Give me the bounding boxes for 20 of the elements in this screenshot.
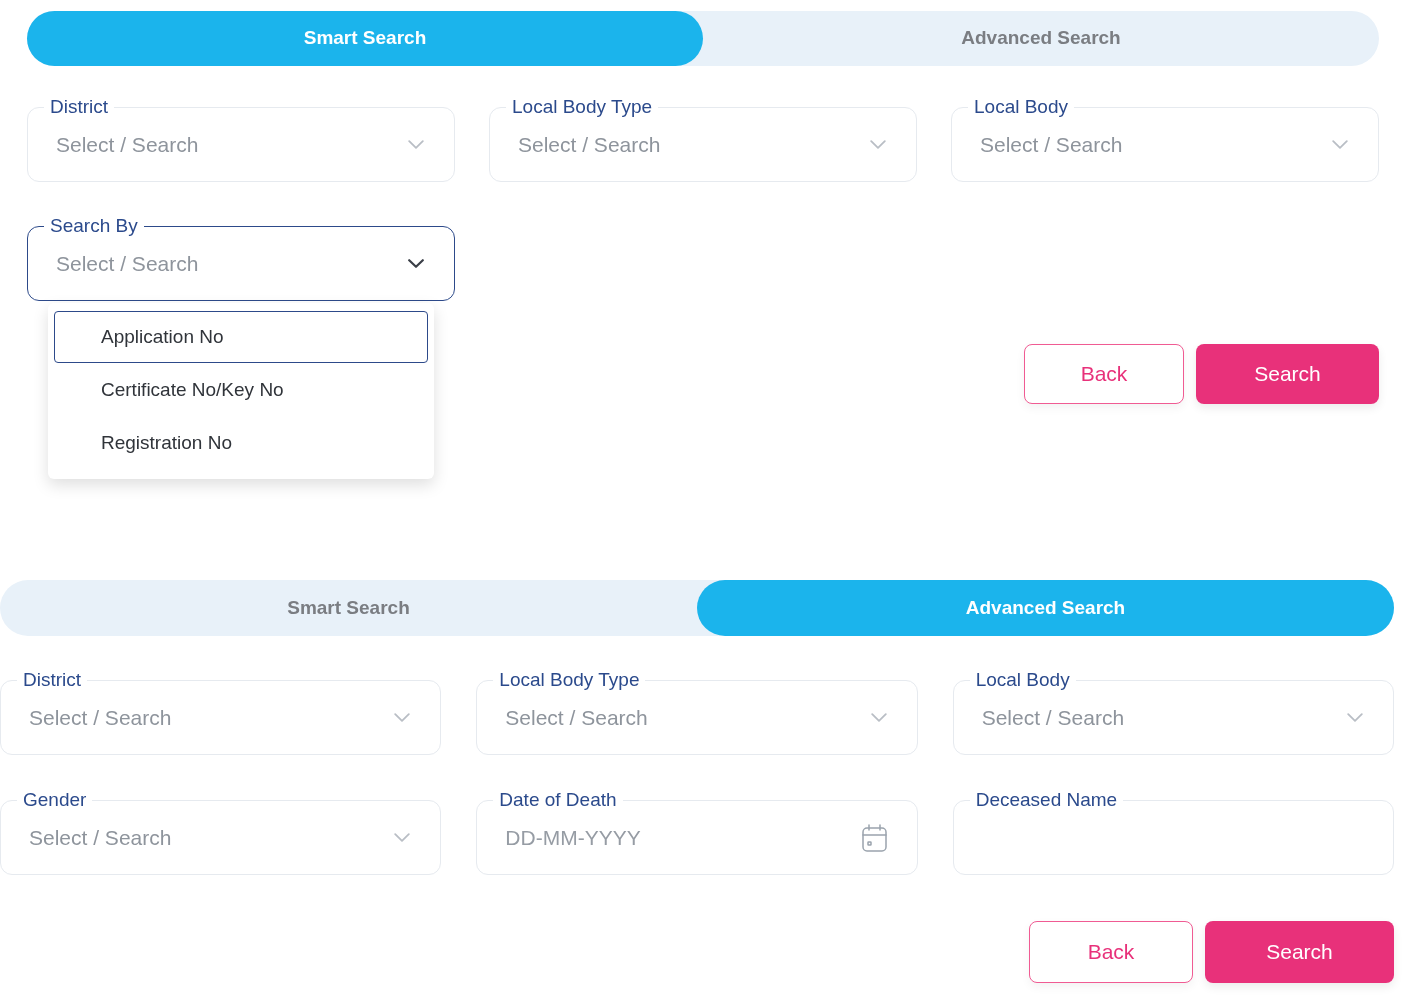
dropdown-option[interactable]: Registration No	[54, 417, 428, 469]
dropdown-option[interactable]: Certificate No/Key No	[54, 364, 428, 416]
calendar-icon	[861, 823, 887, 852]
tab[interactable]: Advanced Search	[703, 11, 1379, 66]
chevron-down-icon	[870, 713, 887, 722]
back-button[interactable]: Back	[1029, 921, 1193, 983]
chevron-down-icon	[408, 140, 424, 149]
search-button[interactable]: Search	[1205, 921, 1394, 983]
chevron-down-icon	[870, 140, 886, 149]
tab[interactable]: Advanced Search	[697, 580, 1394, 636]
chevron-down-icon	[1332, 140, 1348, 149]
chevron-down-icon	[394, 833, 411, 842]
tab[interactable]: Smart Search	[0, 580, 697, 636]
chevron-down-icon	[1347, 713, 1363, 722]
tab[interactable]: Smart Search	[27, 11, 703, 66]
search-button[interactable]: Search	[1196, 344, 1379, 404]
back-button[interactable]: Back	[1024, 344, 1184, 404]
dropdown-option[interactable]: Application No	[54, 311, 428, 363]
chevron-down-icon	[394, 713, 411, 722]
chevron-down-icon	[408, 259, 424, 268]
